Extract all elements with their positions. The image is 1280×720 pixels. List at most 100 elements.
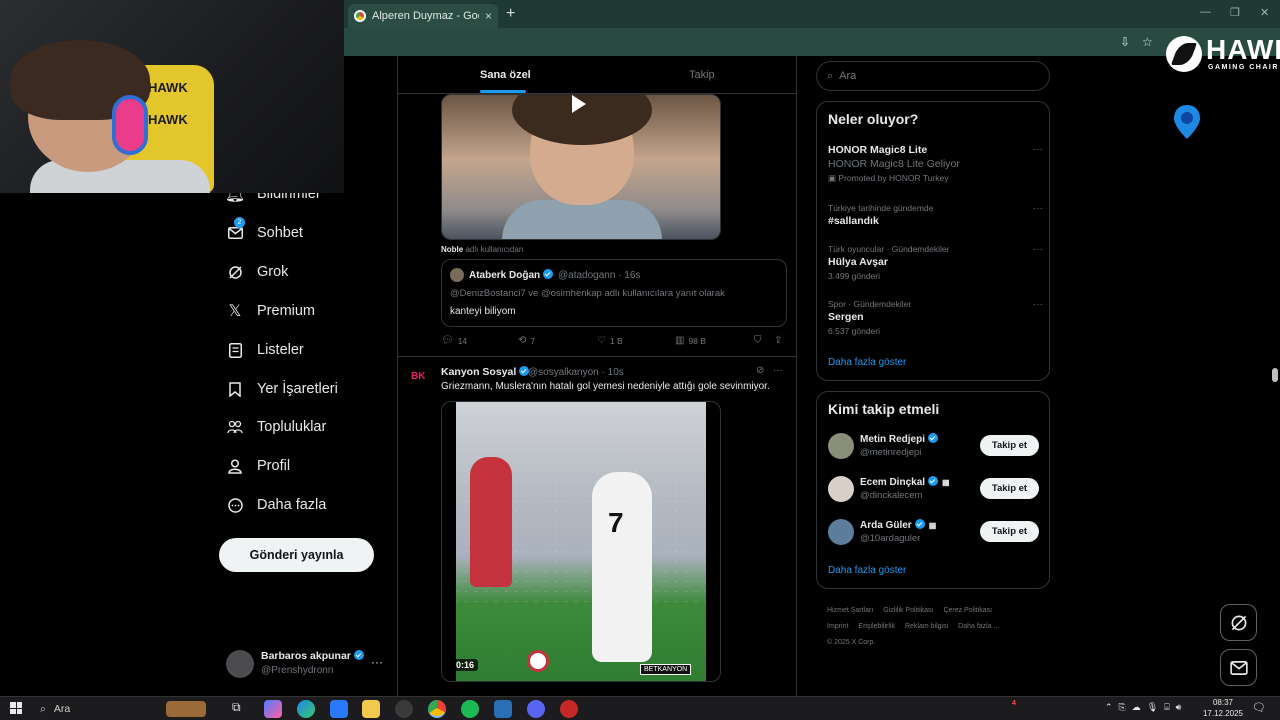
timeline: Sana özel Takip Noble adlı kullanıcıdan … (397, 56, 797, 696)
post-button[interactable]: Gönderi yayınla (219, 538, 374, 572)
tweet-divider (398, 356, 796, 357)
minimize-icon[interactable]: — (1200, 6, 1211, 18)
quoted-tweet[interactable]: Ataberk Doğan @atadogann · 16s @DenizBos… (441, 259, 787, 327)
share-button[interactable]: ⇪ (774, 335, 782, 346)
tweet-author-handle: @sosyalkanyon · 10s (528, 367, 624, 378)
trend-menu-icon[interactable]: ··· (1033, 299, 1043, 310)
windows-start-icon[interactable] (10, 702, 22, 714)
trend-menu-icon[interactable]: ··· (1033, 244, 1043, 255)
play-icon[interactable] (572, 95, 586, 113)
video-watermark: BETKANYON (640, 664, 692, 675)
search-icon: ⌕ (40, 702, 46, 715)
footer-link[interactable]: Reklam bilgisi (905, 623, 948, 630)
footer-link[interactable]: Imprint (827, 623, 848, 630)
nav-item-grok[interactable]: Grok (227, 257, 288, 287)
tweet-author-name[interactable]: Kanyon Sosyal (441, 366, 530, 378)
repost-button[interactable]: ⟲ 7 (518, 335, 535, 346)
bookmark-button[interactable]: ⛉ (754, 335, 762, 346)
like-button[interactable]: ♡ 1 B (597, 335, 623, 346)
app-icon[interactable] (395, 700, 413, 718)
follow-button[interactable]: Takip et (980, 521, 1039, 542)
chrome-icon[interactable] (428, 700, 446, 718)
bookmark-star-icon[interactable]: ☆ (1142, 35, 1153, 49)
volume-icon[interactable]: 🔊︎ (1176, 702, 1182, 713)
trend-menu-icon[interactable]: ··· (1033, 203, 1043, 214)
trend-item[interactable]: Spor · Gündemdekiler Sergen 6.537 gönder… (828, 299, 1043, 336)
video-frame-player (592, 472, 652, 662)
grok-fab-button[interactable] (1220, 604, 1257, 641)
tab-close-icon[interactable]: × (485, 9, 492, 23)
avatar (828, 476, 854, 502)
follow-button[interactable]: Takip et (980, 478, 1039, 499)
more-options-icon[interactable]: ··· (773, 365, 783, 376)
video-frame-ball (527, 650, 549, 672)
trend-promoted: ▣ Promoted by HONOR Turkey (828, 173, 949, 183)
messages-fab-button[interactable] (1220, 649, 1257, 686)
who-to-follow-panel: Kimi takip etmeli Metin Redjepi @metinre… (816, 391, 1050, 589)
nav-item-premium[interactable]: 𝕏 Premium (227, 296, 315, 326)
task-view-icon[interactable]: ⧉ (232, 700, 250, 718)
copilot-icon[interactable] (264, 700, 282, 718)
clock[interactable]: 08:37 17.12.2025 (1200, 697, 1246, 719)
footer-link[interactable]: Hizmet Şartları (827, 607, 873, 614)
trend-item[interactable]: Türkiye tarihinde gündemde #sallandık ··… (828, 203, 1043, 227)
follow-suggestion[interactable]: Arda Güler ▦ @10ardaguler Takip et (828, 518, 1043, 548)
mail-app-icon[interactable] (330, 700, 348, 718)
install-app-icon[interactable]: ⇩ (1120, 35, 1130, 49)
new-tab-button[interactable]: + (506, 5, 515, 23)
microphone-icon[interactable]: 🎙︎ (1147, 702, 1158, 713)
profile-icon (227, 458, 243, 474)
footer-link[interactable]: Gizlilik Politikası (883, 607, 933, 614)
footer-link[interactable]: Erişilebilirlik (858, 623, 895, 630)
tweet-video[interactable] (441, 94, 721, 240)
browser-tab[interactable]: Alperen Duymaz - Google'da A × (348, 4, 498, 28)
notification-center-icon[interactable]: 🗨︎ (1252, 701, 1266, 714)
wtf-show-more-link[interactable]: Daha fazla göster (828, 565, 906, 576)
tweet-video[interactable]: 7 0:16 BETKANYON (441, 401, 721, 682)
tray-app-icon[interactable]: ⎘ (1119, 702, 1126, 713)
taskbar-search[interactable]: ⌕ Ara (32, 699, 222, 719)
follow-suggestion[interactable]: Metin Redjepi @metinredjepi Takip et (828, 432, 1043, 462)
reply-button[interactable]: 💬︎ 14 (441, 335, 467, 346)
network-icon[interactable]: ⌸ (1164, 702, 1169, 713)
avatar[interactable]: BK (411, 371, 433, 385)
file-explorer-icon[interactable] (362, 700, 380, 718)
tab-for-you[interactable]: Sana özel (480, 69, 531, 81)
nav-item-bookmarks[interactable]: Yer İşaretleri (227, 374, 338, 404)
reply-context-user[interactable]: Noble (441, 245, 463, 254)
browser-toolbar: ⇩ ☆ (344, 28, 1280, 56)
tab-following[interactable]: Takip (689, 69, 715, 81)
spotify-icon[interactable] (461, 700, 479, 718)
app-icon[interactable] (560, 700, 578, 718)
footer-link[interactable]: Çerez Politikası (943, 607, 992, 614)
account-switcher[interactable]: Barbaros akpunar @Prenshydronn ··· (226, 648, 386, 680)
restore-icon[interactable]: ❐ (1230, 6, 1240, 19)
views-button[interactable]: ▥ 98 B (675, 335, 706, 346)
account-menu-icon[interactable]: ··· (371, 655, 383, 669)
nav-item-lists[interactable]: Listeler (227, 335, 304, 365)
chevron-up-icon[interactable]: ⌃ (1105, 702, 1113, 713)
trends-show-more-link[interactable]: Daha fazla göster (828, 357, 906, 368)
feed-tabs: Sana özel Takip (398, 56, 796, 94)
trend-item[interactable]: Türk oyuncular · Gündemdekiler Hülya Avş… (828, 244, 1043, 281)
nav-item-communities[interactable]: Topluluklar (227, 412, 326, 442)
follow-button[interactable]: Takip et (980, 435, 1039, 456)
grok-icon[interactable]: ⊘ (756, 365, 764, 376)
cloud-icon[interactable]: ☁ (1132, 702, 1141, 713)
follow-suggestion[interactable]: Ecem Dinçkal ▦ @dinckalecem Takip et (828, 475, 1043, 505)
steam-icon[interactable] (494, 700, 512, 718)
nav-item-chat[interactable]: 2 Sohbet (227, 217, 303, 248)
trend-menu-icon[interactable]: ··· (1033, 144, 1043, 155)
close-window-icon[interactable]: ✕ (1260, 6, 1269, 19)
footer-link[interactable]: Daha fazla ... (958, 623, 999, 630)
scrollbar-thumb[interactable] (1272, 368, 1278, 382)
trend-item[interactable]: HONOR Magic8 Lite HONOR Magic8 Lite Geli… (828, 144, 1043, 184)
search-input[interactable]: ⌕ Ara (816, 61, 1050, 91)
mail-icon: 2 (227, 217, 245, 241)
nav-item-more[interactable]: Daha fazla (227, 490, 326, 520)
trend-title: Hülya Avşar (828, 256, 888, 268)
discord-icon[interactable] (527, 700, 545, 718)
edge-icon[interactable] (297, 700, 315, 718)
nav-item-profile[interactable]: Profil (227, 451, 290, 481)
avatar (828, 433, 854, 459)
